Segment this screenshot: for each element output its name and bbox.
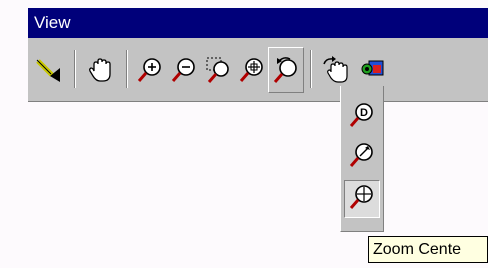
toolbar-title-bar[interactable]: View: [28, 8, 488, 38]
zoom-all-button[interactable]: [234, 47, 270, 93]
toolbar-title: View: [34, 13, 71, 32]
zoom-window-button[interactable]: [200, 47, 236, 93]
zoom-out-icon: [169, 55, 199, 85]
tooltip-text: Zoom Cente: [373, 241, 462, 258]
zoom-dynamic-icon: D: [347, 100, 377, 135]
zoom-flyout-menu: D: [340, 86, 384, 232]
zoom-center-button[interactable]: [344, 180, 380, 218]
zoom-out-button[interactable]: [166, 47, 202, 93]
toolbar-separator: [74, 50, 76, 88]
zoom-scale-icon: [347, 140, 377, 175]
toolbar-separator: [310, 50, 312, 88]
svg-text:D: D: [360, 107, 368, 119]
zoom-previous-button[interactable]: [268, 47, 304, 93]
view-toolbar: [28, 38, 488, 102]
pan-button[interactable]: [83, 47, 119, 93]
zoom-all-icon: [237, 55, 267, 85]
zoom-in-icon: [135, 55, 165, 85]
zoom-in-button[interactable]: [132, 47, 168, 93]
select-button[interactable]: [30, 47, 66, 93]
toolbar-separator: [126, 50, 128, 88]
zoom-window-icon: [203, 55, 233, 85]
zoom-previous-icon: [271, 55, 301, 85]
zoom-scale-button[interactable]: [344, 138, 380, 176]
select-arrow-icon: [33, 55, 63, 85]
zoom-dynamic-button[interactable]: D: [344, 98, 380, 136]
view-toolbar-window: View: [28, 0, 488, 102]
pan-hand-icon: [86, 55, 116, 85]
tooltip: Zoom Cente: [368, 236, 488, 263]
color-render-icon: [357, 55, 387, 85]
rotate-hand-icon: [321, 55, 351, 85]
zoom-center-icon: [347, 182, 377, 217]
